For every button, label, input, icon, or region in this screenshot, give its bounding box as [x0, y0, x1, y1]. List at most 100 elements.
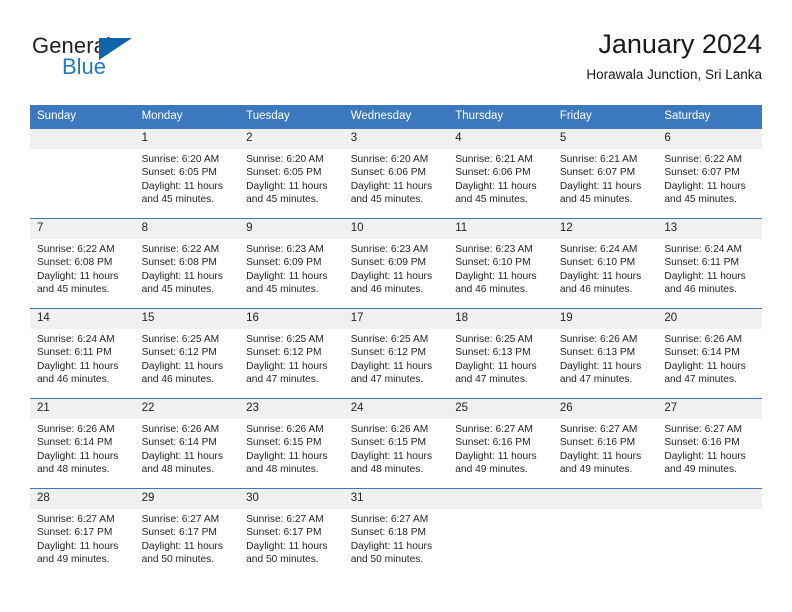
day-number: 23 [239, 399, 344, 419]
calendar-day-cell[interactable]: 21 Sunrise: 6:26 AM Sunset: 6:14 PM Dayligh… [30, 399, 135, 488]
sunrise-text: Sunrise: 6:26 AM [246, 424, 324, 435]
calendar-day-cell[interactable]: 27 Sunrise: 6:27 AM Sunset: 6:16 PM Dayligh… [657, 399, 762, 488]
sunrise-text: Sunrise: 6:27 AM [141, 514, 220, 525]
daylight-text-line2: and 48 minutes. [37, 464, 110, 476]
general-blue-logo[interactable]: General Blue [32, 34, 162, 86]
sunset-text: Sunset: 6:09 PM [350, 257, 427, 269]
daylight-text-line1: Daylight: 11 hours [141, 540, 223, 552]
daylight-text-line1: Daylight: 11 hours [664, 360, 746, 372]
sunset-text: Sunset: 6:11 PM [664, 257, 739, 269]
sunset-text: Sunset: 6:16 PM [664, 437, 740, 449]
day-number [448, 489, 553, 509]
day-number: 1 [134, 129, 240, 149]
daylight-text-line2: and 47 minutes. [559, 374, 633, 386]
day-info: Sunrise: 6:20 AM Sunset: 6:06 PM Daylight:… [344, 149, 449, 207]
calendar-day-cell[interactable]: 12 Sunrise: 6:24 AM Sunset: 6:10 PM Dayligh… [552, 219, 658, 308]
daylight-text-line1: Daylight: 11 hours [350, 360, 433, 372]
day-info: Sunrise: 6:22 AM Sunset: 6:07 PM Daylight:… [657, 149, 762, 207]
sunset-text: Sunset: 6:12 PM [350, 347, 427, 359]
sunset-text: Sunset: 6:16 PM [455, 437, 531, 449]
day-number: 14 [30, 309, 135, 329]
daylight-text-line1: Daylight: 11 hours [559, 270, 642, 282]
daylight-text-line2: and 46 minutes. [37, 374, 110, 386]
daylight-text-line2: and 46 minutes. [350, 284, 424, 296]
calendar-day-cell[interactable]: 29 Sunrise: 6:27 AM Sunset: 6:17 PM Dayligh… [134, 489, 240, 578]
sunrise-text: Sunrise: 6:20 AM [350, 154, 429, 165]
calendar-day-cell[interactable]: 6 Sunrise: 6:22 AM Sunset: 6:07 PM Daylight… [657, 129, 762, 218]
calendar-day-cell[interactable]: 23 Sunrise: 6:26 AM Sunset: 6:15 PM Dayligh… [239, 399, 344, 488]
calendar-day-cell[interactable]: 16 Sunrise: 6:25 AM Sunset: 6:12 PM Dayligh… [239, 309, 344, 398]
day-number: 27 [657, 399, 762, 419]
day-number: 22 [134, 399, 240, 419]
calendar-day-cell[interactable]: 7 Sunrise: 6:22 AM Sunset: 6:08 PM Daylight… [30, 219, 135, 308]
daylight-text-line1: Daylight: 11 hours [559, 180, 642, 192]
calendar-day-cell[interactable]: 1 Sunrise: 6:20 AM Sunset: 6:05 PM Daylight… [134, 129, 240, 218]
calendar-day-cell[interactable]: 11 Sunrise: 6:23 AM Sunset: 6:10 PM Dayligh… [448, 219, 553, 308]
day-info: Sunrise: 6:26 AM Sunset: 6:14 PM Daylight:… [30, 419, 135, 477]
calendar-page: General Blue January 2024 Horawala Junct… [0, 0, 792, 612]
daylight-text-line2: and 48 minutes. [350, 464, 424, 476]
day-info: Sunrise: 6:27 AM Sunset: 6:16 PM Daylight:… [657, 419, 762, 477]
calendar-day-cell[interactable]: 30 Sunrise: 6:27 AM Sunset: 6:17 PM Dayligh… [239, 489, 344, 578]
daylight-text-line2: and 45 minutes. [37, 284, 110, 296]
calendar-day-cell[interactable]: 4 Sunrise: 6:21 AM Sunset: 6:06 PM Daylight… [448, 129, 553, 218]
weekday-header-tuesday: Tuesday [239, 105, 344, 129]
daylight-text-line1: Daylight: 11 hours [246, 270, 328, 282]
day-number: 19 [552, 309, 658, 329]
daylight-text-line2: and 50 minutes. [141, 554, 215, 566]
calendar-day-cell-empty [552, 489, 658, 578]
day-info: Sunrise: 6:25 AM Sunset: 6:13 PM Daylight:… [448, 329, 553, 387]
day-info: Sunrise: 6:25 AM Sunset: 6:12 PM Daylight:… [135, 329, 240, 387]
daylight-text-line1: Daylight: 11 hours [141, 450, 223, 462]
calendar-day-cell[interactable]: 8 Sunrise: 6:22 AM Sunset: 6:08 PM Daylight… [134, 219, 240, 308]
calendar-header-row: Sunday Monday Tuesday Wednesday Thursday Frid… [30, 105, 762, 129]
calendar-day-cell[interactable]: 28 Sunrise: 6:27 AM Sunset: 6:17 PM Dayligh… [30, 489, 135, 578]
sunset-text: Sunset: 6:08 PM [37, 257, 113, 269]
day-number: 31 [343, 489, 449, 509]
sunset-text: Sunset: 6:05 PM [246, 167, 322, 179]
calendar-day-cell[interactable]: 20 Sunrise: 6:26 AM Sunset: 6:14 PM Dayligh… [657, 309, 762, 398]
day-info: Sunrise: 6:23 AM Sunset: 6:09 PM Daylight:… [239, 239, 344, 297]
daylight-text-line1: Daylight: 11 hours [455, 270, 537, 282]
calendar-day-cell[interactable]: 18 Sunrise: 6:25 AM Sunset: 6:13 PM Dayligh… [448, 309, 553, 398]
day-info: Sunrise: 6:24 AM Sunset: 6:11 PM Daylight:… [657, 239, 762, 297]
calendar-day-cell[interactable]: 3 Sunrise: 6:20 AM Sunset: 6:06 PM Daylight… [343, 129, 449, 218]
calendar-day-cell[interactable]: 22 Sunrise: 6:26 AM Sunset: 6:14 PM Dayligh… [134, 399, 240, 488]
daylight-text-line1: Daylight: 11 hours [350, 270, 433, 282]
daylight-text-line1: Daylight: 11 hours [664, 450, 746, 462]
title-block: January 2024 Horawala Junction, Sri Lank… [586, 28, 762, 85]
day-number [657, 489, 762, 509]
calendar-day-cell[interactable]: 10 Sunrise: 6:23 AM Sunset: 6:09 PM Dayligh… [343, 219, 449, 308]
day-number: 29 [134, 489, 240, 509]
daylight-text-line1: Daylight: 11 hours [559, 360, 642, 372]
sunrise-text: Sunrise: 6:27 AM [455, 424, 533, 435]
calendar-day-cell[interactable]: 31 Sunrise: 6:27 AM Sunset: 6:18 PM Dayligh… [343, 489, 449, 578]
sunset-text: Sunset: 6:07 PM [559, 167, 636, 179]
sunset-text: Sunset: 6:13 PM [559, 347, 636, 359]
calendar-day-cell[interactable]: 24 Sunrise: 6:26 AM Sunset: 6:15 PM Dayligh… [343, 399, 449, 488]
daylight-text-line1: Daylight: 11 hours [455, 450, 537, 462]
sunrise-text: Sunrise: 6:25 AM [246, 334, 324, 345]
weekday-header-wednesday: Wednesday [343, 105, 449, 129]
calendar-day-cell[interactable]: 2 Sunrise: 6:20 AM Sunset: 6:05 PM Daylight… [239, 129, 344, 218]
calendar-day-cell[interactable]: 17 Sunrise: 6:25 AM Sunset: 6:12 PM Dayligh… [343, 309, 449, 398]
calendar-day-cell[interactable]: 13 Sunrise: 6:24 AM Sunset: 6:11 PM Dayligh… [657, 219, 762, 308]
calendar-day-cell[interactable]: 25 Sunrise: 6:27 AM Sunset: 6:16 PM Dayligh… [448, 399, 553, 488]
calendar-day-cell[interactable]: 15 Sunrise: 6:25 AM Sunset: 6:12 PM Dayligh… [134, 309, 240, 398]
calendar-day-cell[interactable]: 5 Sunrise: 6:21 AM Sunset: 6:07 PM Daylight… [552, 129, 658, 218]
day-info: Sunrise: 6:25 AM Sunset: 6:12 PM Daylight:… [239, 329, 344, 387]
sunrise-text: Sunrise: 6:27 AM [37, 514, 115, 525]
daylight-text-line1: Daylight: 11 hours [246, 180, 328, 192]
daylight-text-line1: Daylight: 11 hours [37, 540, 119, 552]
weekday-header-thursday: Thursday [448, 105, 553, 129]
daylight-text-line1: Daylight: 11 hours [350, 450, 433, 462]
daylight-text-line1: Daylight: 11 hours [37, 450, 119, 462]
calendar-day-cell[interactable]: 9 Sunrise: 6:23 AM Sunset: 6:09 PM Daylight… [239, 219, 344, 308]
sunrise-text: Sunrise: 6:26 AM [37, 424, 115, 435]
calendar-day-cell[interactable]: 26 Sunrise: 6:27 AM Sunset: 6:16 PM Dayligh… [552, 399, 658, 488]
sunset-text: Sunset: 6:14 PM [664, 347, 740, 359]
day-number: 8 [134, 219, 240, 239]
calendar-day-cell[interactable]: 19 Sunrise: 6:26 AM Sunset: 6:13 PM Dayligh… [552, 309, 658, 398]
calendar-day-cell[interactable]: 14 Sunrise: 6:24 AM Sunset: 6:11 PM Dayligh… [30, 309, 135, 398]
sunset-text: Sunset: 6:05 PM [141, 167, 217, 179]
